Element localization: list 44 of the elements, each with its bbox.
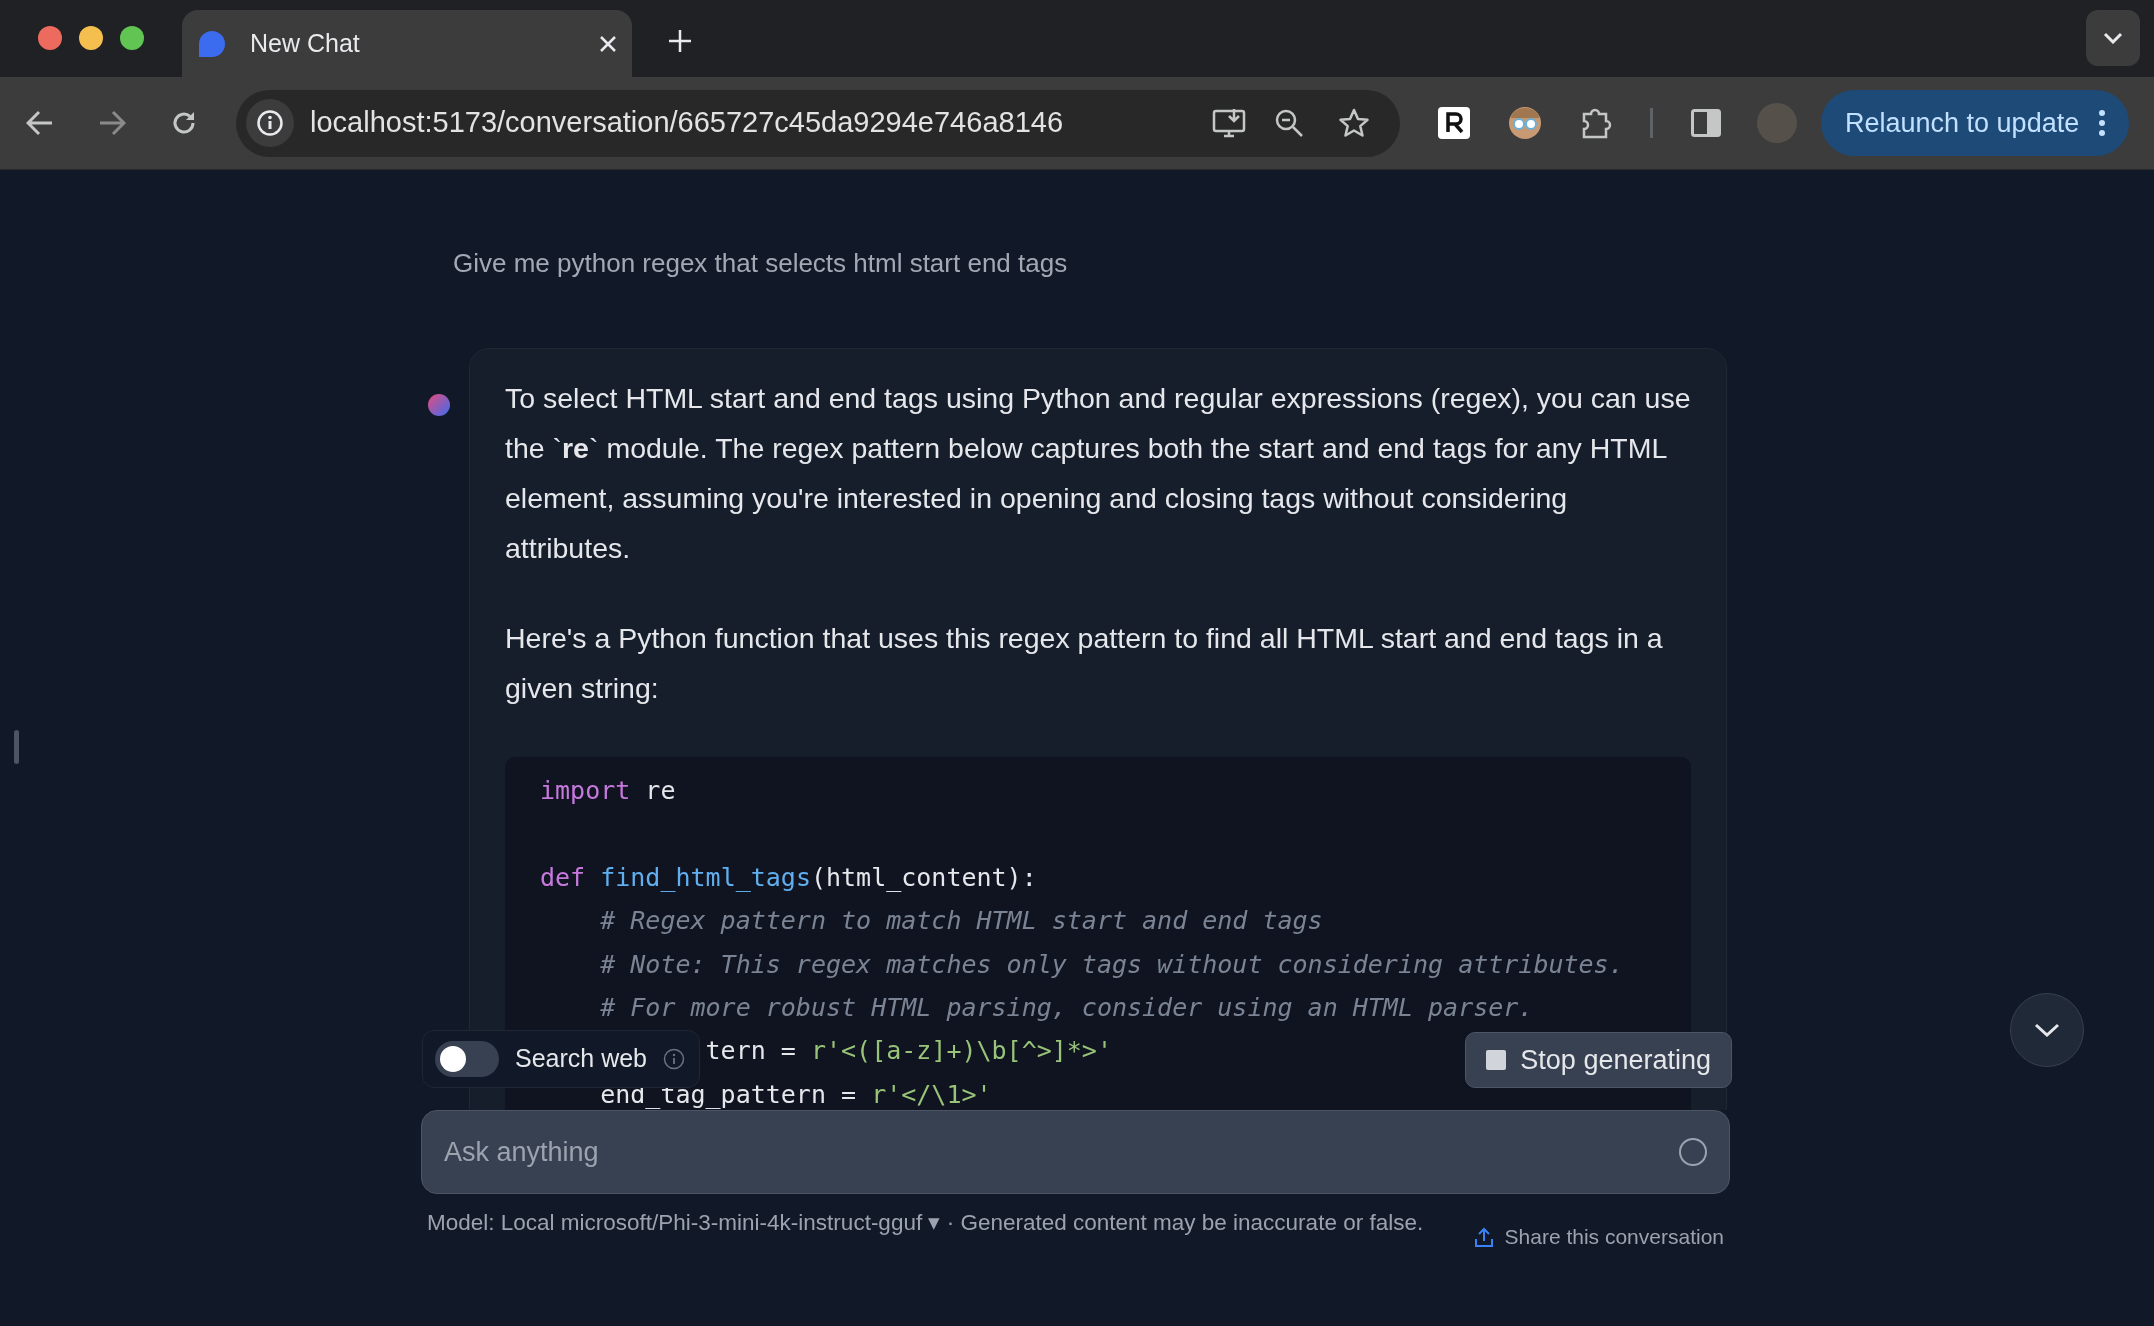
forward-arrow-icon[interactable] (98, 110, 126, 136)
chevron-down-icon (2103, 32, 2123, 44)
sidebar-handle[interactable] (14, 730, 19, 764)
side-panel-icon[interactable] (1691, 109, 1721, 137)
message-paragraph: Here's a Python function that uses this regex pattern to find all HTML start and end tags in a given string: (505, 621, 1664, 706)
chevron-down-icon (2034, 1023, 2060, 1037)
code-line: # Note: This regex matches only tags without considering attributes. (599, 948, 1624, 981)
glasses-face-extension-icon[interactable] (1508, 106, 1542, 140)
loading-spinner-icon (1679, 1138, 1707, 1166)
message-paragraph: To select HTML start and end tags using Python and regular expressions (regex), you can use the `re` module. The regex pattern below captures both the start and end tags for any HTML element, assuming you're interested in opening and closing tags without considering attributes. (505, 381, 1691, 566)
stop-generating-button[interactable]: Stop generating (1465, 1032, 1732, 1088)
code-line: tern = r'<([a-z]+)\b[^>]*>' (705, 1035, 1112, 1068)
new-tab-icon[interactable] (668, 29, 692, 53)
close-window-icon[interactable] (38, 26, 62, 50)
tab-search-button[interactable] (2086, 10, 2140, 66)
puzzle-piece-icon[interactable] (1580, 106, 1612, 140)
info-icon (256, 109, 284, 137)
address-bar[interactable]: localhost:5173/conversation/665727c45da9294e746a8146 (236, 89, 1400, 157)
code-line: # For more robust HTML parsing, consider using an HTML parser. (599, 991, 1534, 1024)
letter-r-extension-icon[interactable] (1438, 107, 1470, 139)
toggle-switch[interactable] (435, 1041, 499, 1077)
zoom-out-icon[interactable] (1274, 108, 1304, 138)
site-info-button[interactable] (246, 99, 294, 147)
tab-title: New Chat (250, 27, 361, 59)
search-web-toggle[interactable]: Search web (422, 1030, 700, 1088)
maximize-window-icon[interactable] (120, 26, 144, 50)
minimize-window-icon[interactable] (79, 26, 103, 50)
back-arrow-icon[interactable] (26, 110, 54, 136)
info-icon[interactable] (663, 1048, 686, 1070)
browser-tab[interactable]: New Chat (182, 10, 632, 77)
code-line: def find_html_tags(html_content): (540, 861, 1037, 894)
stop-square-icon (1486, 1050, 1507, 1070)
install-app-icon[interactable] (1212, 107, 1246, 139)
model-disclaimer-text: Model: Local microsoft/Phi-3-mini-4k-instruct-gguf ▾ · Generated content may be inaccurate or false. (427, 1209, 1425, 1237)
user-message: Give me python regex that selects html start end tags (453, 247, 1069, 280)
share-conversation-link[interactable]: Share this conversation (1474, 1222, 1724, 1252)
url-text: localhost:5173/conversation/665727c45da9294e746a8146 (310, 105, 1065, 141)
more-vertical-icon (2099, 110, 2106, 136)
code-line: import re (540, 775, 676, 807)
share-upload-icon (1474, 1227, 1493, 1247)
bookmark-star-icon[interactable] (1338, 107, 1370, 139)
code-line: # Regex pattern to match HTML start and end tags (599, 905, 1323, 938)
relaunch-button[interactable]: Relaunch to update (1821, 90, 2130, 156)
close-icon[interactable] (598, 33, 618, 54)
